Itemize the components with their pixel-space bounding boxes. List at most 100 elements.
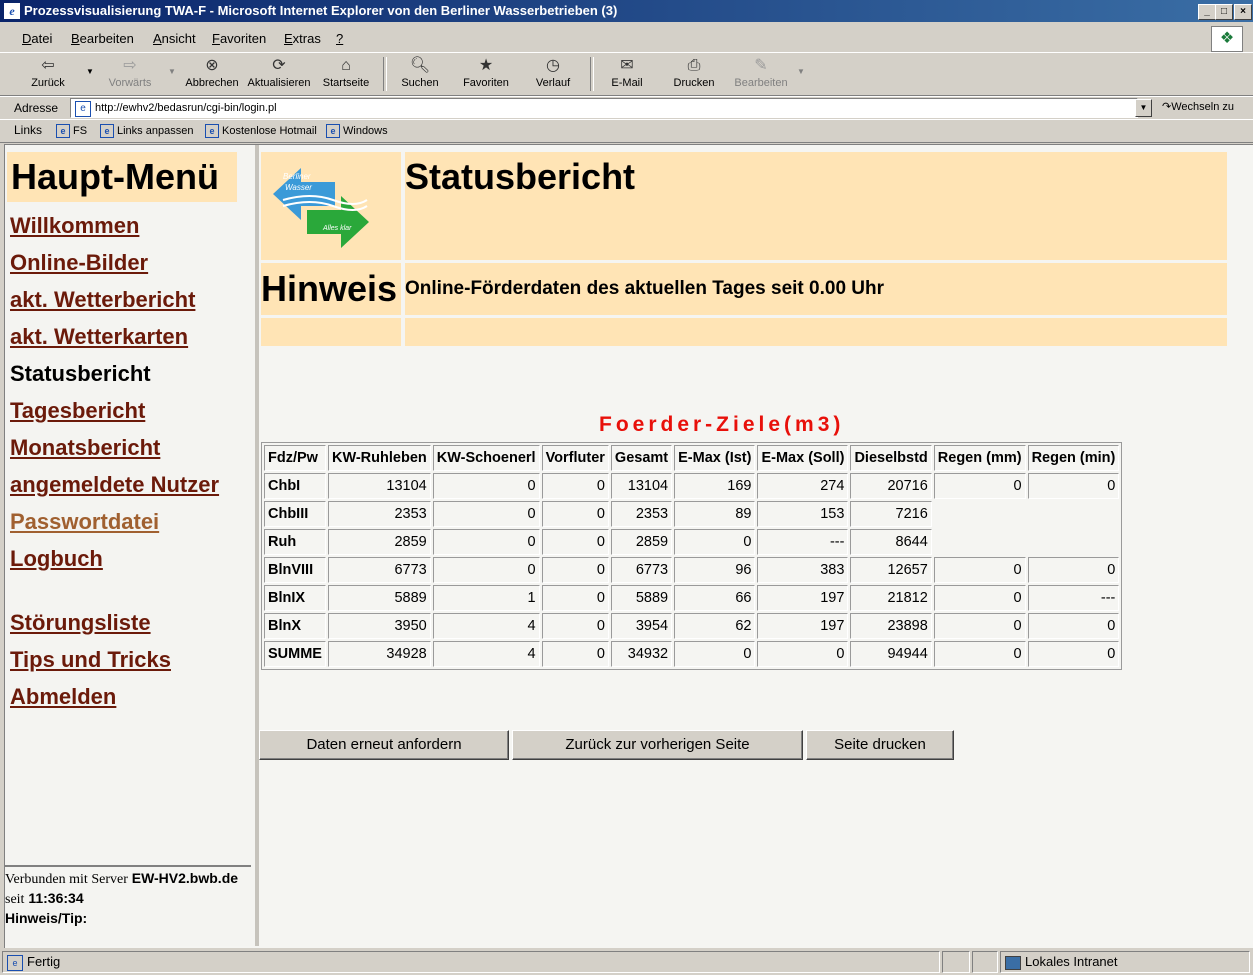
status-pane [942, 951, 970, 973]
table-cell: 169 [674, 473, 756, 499]
minimize-button[interactable]: _ [1198, 4, 1216, 20]
hint-text: Online-Förderdaten des aktuellen Tages s… [405, 263, 1227, 315]
table-cell: 5889 [327, 585, 431, 611]
link-links-anpassen[interactable]: e Links anpassen [100, 124, 193, 138]
table-cell: --- [1027, 585, 1120, 611]
table-cell: 21812 [850, 585, 932, 611]
table-cell: 2859 [610, 529, 673, 555]
forward-button[interactable]: ⇨ Vorwärts [97, 55, 163, 93]
stop-icon: ⊗ [205, 57, 219, 74]
table-cell: 0 [1027, 557, 1120, 583]
row-header: ChbI [264, 473, 326, 499]
table-cell: --- [757, 529, 849, 555]
back-button[interactable]: ⇦ Zurück [15, 55, 81, 93]
menu-help[interactable]: ? [336, 31, 343, 46]
intranet-icon [1005, 955, 1021, 970]
table-cell: 0 [541, 529, 609, 555]
nav-passwortdatei[interactable]: Passwortdatei [10, 509, 159, 535]
table-cell: 12657 [850, 557, 932, 583]
navigation-frame: Haupt-Menü Willkommen Online-Bilder akt.… [5, 145, 259, 946]
table-cell: 0 [432, 501, 540, 527]
address-dropdown-button[interactable]: ▼ [1135, 99, 1152, 117]
table-row: ChbIII 2353 0 0 2353 89 153 7216 [264, 501, 1119, 527]
edit-dropdown-icon[interactable]: ▼ [797, 67, 805, 76]
edit-button[interactable]: ✎ Bearbeiten [728, 55, 794, 93]
table-cell: 0 [1027, 641, 1120, 667]
favorites-button[interactable]: ★ Favoriten [453, 55, 519, 93]
menu-ansicht[interactable]: Ansicht [153, 31, 196, 46]
page-content: Haupt-Menü Willkommen Online-Bilder akt.… [4, 144, 1253, 948]
print-button[interactable]: ⎙ Drucken [661, 55, 727, 93]
search-button[interactable]: 🔍︎ Suchen [387, 55, 453, 93]
nav-willkommen[interactable]: Willkommen [10, 213, 139, 239]
table-cell: 0 [541, 641, 609, 667]
page-icon: e [75, 101, 91, 117]
ie-page-icon: e [56, 124, 70, 138]
table-cell: 0 [432, 473, 540, 499]
nav-monatsbericht[interactable]: Monatsbericht [10, 435, 160, 461]
nav-stoerungsliste[interactable]: Störungsliste [10, 610, 151, 636]
go-button[interactable]: ↷Wechseln zu [1162, 100, 1234, 113]
foerder-table: Fdz/Pw KW-Ruhleben KW-Schoenerl Vorflute… [261, 442, 1123, 670]
address-input[interactable]: e http://ewhv2/bedasrun/cgi-bin/login.pl [70, 98, 1138, 118]
table-cell: 0 [541, 613, 609, 639]
title-bar: e Prozessvisualisierung TWA-F - Microsof… [0, 0, 1253, 22]
link-hotmail[interactable]: e Kostenlose Hotmail [205, 124, 317, 138]
maximize-button[interactable]: □ [1215, 4, 1233, 20]
address-label: Adresse [14, 101, 59, 115]
link-fs[interactable]: e FS [56, 124, 87, 138]
reload-data-button[interactable]: Daten erneut anfordern [259, 730, 509, 760]
ie-icon: e [4, 3, 20, 19]
col-header: KW-Schoenerl [432, 445, 540, 471]
links-label: Links [14, 123, 43, 137]
table-cell: 62 [674, 613, 756, 639]
link-windows[interactable]: e Windows [326, 124, 388, 138]
refresh-button[interactable]: ⟳ Aktualisieren [246, 55, 312, 93]
table-cell [934, 501, 1026, 527]
table-row: Ruh 2859 0 0 2859 0 --- 8644 [264, 529, 1119, 555]
forward-arrow-icon: ⇨ [123, 57, 137, 74]
print-page-button[interactable]: Seite drucken [806, 730, 954, 760]
table-row: BlnVIII 6773 0 0 6773 96 383 12657 0 0 [264, 557, 1120, 583]
menu-favoriten[interactable]: Favoriten [212, 31, 266, 46]
logo-tagline: Alles klar [322, 225, 352, 232]
back-dropdown-icon[interactable]: ▼ [86, 67, 94, 76]
menu-bearbeiten[interactable]: Bearbeiten [71, 31, 134, 46]
back-page-button[interactable]: Zurück zur vorherigen Seite [512, 730, 803, 760]
close-button[interactable]: × [1234, 4, 1252, 20]
table-cell: 13104 [610, 473, 673, 499]
table-cell: 197 [757, 585, 849, 611]
nav-angemeldete-nutzer[interactable]: angemeldete Nutzer [10, 472, 219, 498]
home-button[interactable]: ⌂ Startseite [313, 55, 379, 93]
table-cell: 0 [1027, 613, 1120, 639]
table-cell: 0 [674, 529, 756, 555]
forward-dropdown-icon[interactable]: ▼ [168, 67, 176, 76]
favorites-icon: ★ [478, 57, 494, 74]
history-button[interactable]: ◷ Verlauf [520, 55, 586, 93]
table-cell: 383 [757, 557, 849, 583]
menu-extras[interactable]: Extras [284, 31, 321, 46]
col-header: Gesamt [610, 445, 673, 471]
nav-statusbericht[interactable]: Statusbericht [10, 361, 151, 387]
nav-abmelden[interactable]: Abmelden [10, 684, 116, 710]
table-cell: 0 [541, 557, 609, 583]
col-header: Vorfluter [541, 445, 609, 471]
connect-time: 11:36:34 [28, 890, 84, 906]
nav-tips-und-tricks[interactable]: Tips und Tricks [10, 647, 171, 673]
nav-online-bilder[interactable]: Online-Bilder [10, 250, 148, 276]
table-title: Foerder-Ziele(m3) [599, 413, 845, 436]
nav-tagesbericht[interactable]: Tagesbericht [10, 398, 145, 424]
status-text-pane: e Fertig [2, 951, 940, 973]
menu-datei[interactable]: Datei [22, 31, 52, 46]
nav-wetterkarten[interactable]: akt. Wetterkarten [10, 324, 188, 350]
nav-wetterbericht[interactable]: akt. Wetterbericht [10, 287, 195, 313]
stop-button[interactable]: ⊗ Abbrechen [179, 55, 245, 93]
table-cell: 20716 [850, 473, 932, 499]
table-cell: 0 [674, 641, 756, 667]
table-cell: 0 [541, 473, 609, 499]
table-header-row: Fdz/Pw KW-Ruhleben KW-Schoenerl Vorflute… [264, 445, 1120, 471]
mail-button[interactable]: ✉ E-Mail [594, 55, 660, 93]
row-header: BlnVIII [264, 557, 326, 583]
nav-logbuch[interactable]: Logbuch [10, 546, 103, 572]
edit-icon: ✎ [754, 57, 768, 74]
